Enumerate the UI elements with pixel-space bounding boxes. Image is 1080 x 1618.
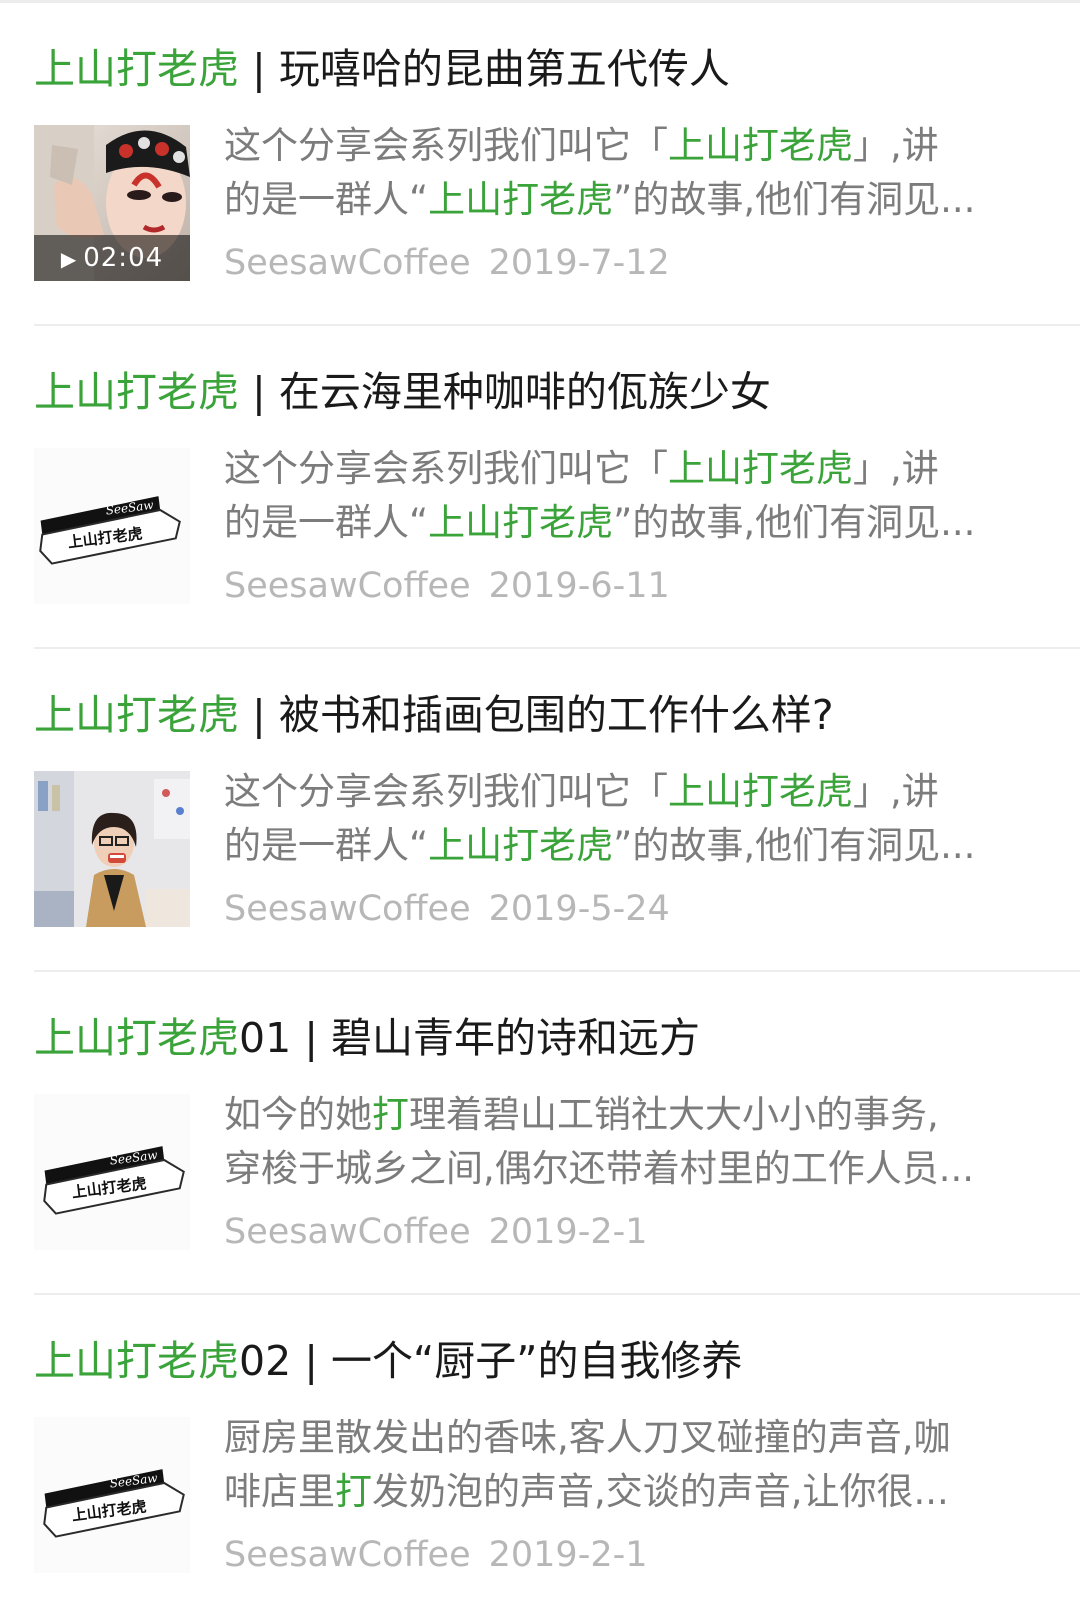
snippet-text: 理着碧山工销社大大小小的事务, (409, 1093, 939, 1136)
snippet-text: 这个分享会系列我们叫它「 (224, 770, 668, 813)
duration-text: 02:04 (83, 243, 164, 273)
article-title[interactable]: 上山打老虎 | 被书和插画包围的工作什么样? (34, 687, 834, 743)
snippet-text: ”的故事,他们有洞见... (613, 501, 976, 544)
snippet-highlight: 上山打老虎 (428, 824, 614, 867)
snippet-line: 如今的她打理着碧山工销社大大小小的事务, (224, 1088, 1054, 1142)
title-text: | 在云海里种咖啡的佤族少女 (239, 368, 771, 416)
snippet-text: 这个分享会系列我们叫它「 (224, 447, 668, 490)
snippet-text: 这个分享会系列我们叫它「 (224, 124, 668, 167)
snippet-text: 如今的她 (224, 1093, 372, 1136)
article-thumbnail[interactable] (34, 771, 190, 927)
article-source: SeesawCoffee (224, 889, 471, 929)
snippet-highlight: 上山打老虎 (428, 501, 614, 544)
article-source: SeesawCoffee (224, 243, 471, 283)
article-source: SeesawCoffee (224, 566, 471, 606)
snippet-highlight: 打 (372, 1093, 409, 1136)
title-highlight: 上山打老虎 (34, 1337, 239, 1385)
snippet-text: 」,讲 (853, 770, 939, 813)
video-duration-badge: ▶ 02:04 (34, 235, 190, 281)
article-meta: SeesawCoffee 2019-2-1 (224, 1531, 648, 1579)
snippet-text: ”的故事,他们有洞见... (613, 824, 976, 867)
article-meta: SeesawCoffee 2019-5-24 (224, 885, 670, 933)
article-thumbnail[interactable]: SeeSaw 上山打老虎 (34, 448, 190, 604)
article-snippet: 如今的她打理着碧山工销社大大小小的事务, 穿梭于城乡之间,偶尔还带着村里的工作人… (224, 1088, 1054, 1196)
illustrator-portrait-image (34, 771, 190, 927)
article-snippet: 这个分享会系列我们叫它「上山打老虎」,讲 的是一群人“上山打老虎”的故事,他们有… (224, 765, 1054, 873)
article-source: SeesawCoffee (224, 1212, 471, 1252)
article-snippet: 这个分享会系列我们叫它「上山打老虎」,讲 的是一群人“上山打老虎”的故事,他们有… (224, 119, 1054, 227)
article-source: SeesawCoffee (224, 1535, 471, 1575)
snippet-text: 啡店里 (224, 1470, 335, 1513)
article-item[interactable]: 上山打老虎 | 在云海里种咖啡的佤族少女 SeeSaw 上山打老虎 这个分享会系… (34, 326, 1080, 649)
snippet-highlight: 上山打老虎 (668, 124, 853, 167)
title-highlight: 上山打老虎 (34, 1014, 239, 1062)
title-highlight: 上山打老虎 (34, 45, 239, 93)
title-text: 01 | 碧山青年的诗和远方 (239, 1014, 701, 1062)
snippet-text: 」,讲 (853, 124, 939, 167)
snippet-text: 的是一群人“ (224, 824, 429, 867)
title-highlight: 上山打老虎 (34, 691, 239, 739)
article-title[interactable]: 上山打老虎 | 在云海里种咖啡的佤族少女 (34, 364, 771, 420)
article-meta: SeesawCoffee 2019-7-12 (224, 239, 670, 287)
snippet-line: 的是一群人“上山打老虎”的故事,他们有洞见... (224, 496, 1054, 550)
snippet-line: 这个分享会系列我们叫它「上山打老虎」,讲 (224, 765, 1054, 819)
article-snippet: 这个分享会系列我们叫它「上山打老虎」,讲 的是一群人“上山打老虎”的故事,他们有… (224, 442, 1054, 550)
snippet-line: 的是一群人“上山打老虎”的故事,他们有洞见... (224, 819, 1054, 873)
article-date: 2019-6-11 (488, 566, 670, 606)
article-meta: SeesawCoffee 2019-2-1 (224, 1208, 648, 1256)
snippet-highlight: 打 (335, 1470, 372, 1513)
article-item[interactable]: 上山打老虎 | 玩嘻哈的昆曲第五代传人 ▶ 02:04 这个分享会系列我们叫它「… (34, 3, 1080, 326)
article-thumbnail[interactable]: SeeSaw 上山打老虎 (34, 1417, 190, 1573)
snippet-highlight: 上山打老虎 (668, 770, 853, 813)
seesaw-logo-image: SeeSaw 上山打老虎 (34, 1417, 190, 1573)
snippet-text: 穿梭于城乡之间,偶尔还带着村里的工作人员... (224, 1147, 975, 1190)
snippet-line: 的是一群人“上山打老虎”的故事,他们有洞见... (224, 173, 1054, 227)
snippet-line: 穿梭于城乡之间,偶尔还带着村里的工作人员... (224, 1142, 1054, 1196)
article-meta: SeesawCoffee 2019-6-11 (224, 562, 670, 610)
title-text: | 被书和插画包围的工作什么样? (239, 691, 834, 739)
snippet-line: 啡店里打发奶泡的声音,交谈的声音,让你很... (224, 1465, 1054, 1519)
snippet-text: 发奶泡的声音,交谈的声音,让你很... (372, 1470, 949, 1513)
snippet-highlight: 上山打老虎 (668, 447, 853, 490)
snippet-text: 」,讲 (853, 447, 939, 490)
snippet-highlight: 上山打老虎 (428, 178, 614, 221)
title-text: | 玩嘻哈的昆曲第五代传人 (239, 45, 730, 93)
seesaw-logo-image: SeeSaw 上山打老虎 (34, 1094, 190, 1250)
seesaw-logo-image: SeeSaw 上山打老虎 (34, 448, 190, 604)
article-item[interactable]: 上山打老虎 | 被书和插画包围的工作什么样? 这个分享会系列我们叫它「上山打老虎… (34, 649, 1080, 972)
article-date: 2019-5-24 (488, 889, 670, 929)
article-title[interactable]: 上山打老虎 | 玩嘻哈的昆曲第五代传人 (34, 41, 730, 97)
article-item[interactable]: 上山打老虎01 | 碧山青年的诗和远方 SeeSaw 上山打老虎 如今的她打理着… (34, 972, 1080, 1295)
snippet-line: 这个分享会系列我们叫它「上山打老虎」,讲 (224, 119, 1054, 173)
article-date: 2019-2-1 (488, 1535, 648, 1575)
article-item[interactable]: 上山打老虎02 | 一个“厨子”的自我修养 SeeSaw 上山打老虎 厨房里散发… (34, 1295, 1080, 1618)
title-highlight: 上山打老虎 (34, 368, 239, 416)
play-icon: ▶ (60, 247, 78, 271)
article-title[interactable]: 上山打老虎01 | 碧山青年的诗和远方 (34, 1010, 700, 1066)
article-thumbnail[interactable]: SeeSaw 上山打老虎 (34, 1094, 190, 1250)
snippet-text: 的是一群人“ (224, 178, 429, 221)
video-thumbnail[interactable]: ▶ 02:04 (34, 125, 190, 281)
snippet-text: ”的故事,他们有洞见... (613, 178, 976, 221)
article-list: 上山打老虎 | 玩嘻哈的昆曲第五代传人 ▶ 02:04 这个分享会系列我们叫它「… (0, 3, 1080, 1618)
snippet-line: 这个分享会系列我们叫它「上山打老虎」,讲 (224, 442, 1054, 496)
article-date: 2019-2-1 (488, 1212, 648, 1252)
article-snippet: 厨房里散发出的香味,客人刀叉碰撞的声音,咖 啡店里打发奶泡的声音,交谈的声音,让… (224, 1411, 1054, 1519)
article-title[interactable]: 上山打老虎02 | 一个“厨子”的自我修养 (34, 1333, 743, 1389)
title-text: 02 | 一个“厨子”的自我修养 (239, 1337, 743, 1385)
snippet-text: 的是一群人“ (224, 501, 429, 544)
snippet-text: 厨房里散发出的香味,客人刀叉碰撞的声音,咖 (224, 1416, 951, 1459)
snippet-line: 厨房里散发出的香味,客人刀叉碰撞的声音,咖 (224, 1411, 1054, 1465)
article-date: 2019-7-12 (488, 243, 670, 283)
